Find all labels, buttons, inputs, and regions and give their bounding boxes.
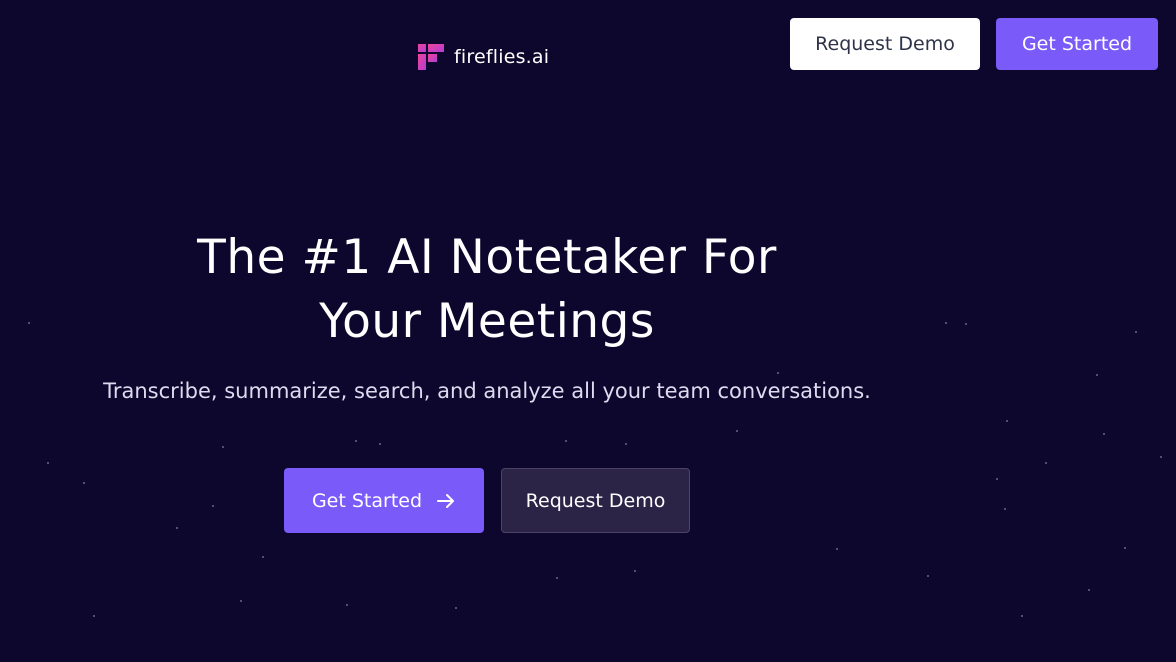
landing-page: fireflies.ai Request Demo Get Started Th… [0,0,1176,662]
nav-get-started-button[interactable]: Get Started [996,18,1158,70]
brand-name: fireflies.ai [454,46,550,68]
hero-get-started-button[interactable]: Get Started [284,468,484,533]
hero-subheadline: Transcribe, summarize, search, and analy… [103,379,871,403]
hero-request-demo-button[interactable]: Request Demo [501,468,690,533]
hero-get-started-label: Get Started [311,489,423,512]
arrow-right-icon [437,493,455,508]
nav-request-demo-button[interactable]: Request Demo [790,18,980,70]
fireflies-logo-icon [418,44,444,70]
hero-headline-line1: The #1 AI Notetaker For [197,230,777,285]
hero-headline-line2: Your Meetings [319,294,655,349]
hero-headline: The #1 AI Notetaker For Your Meetings [76,226,898,354]
brand-logo[interactable]: fireflies.ai [417,43,549,71]
